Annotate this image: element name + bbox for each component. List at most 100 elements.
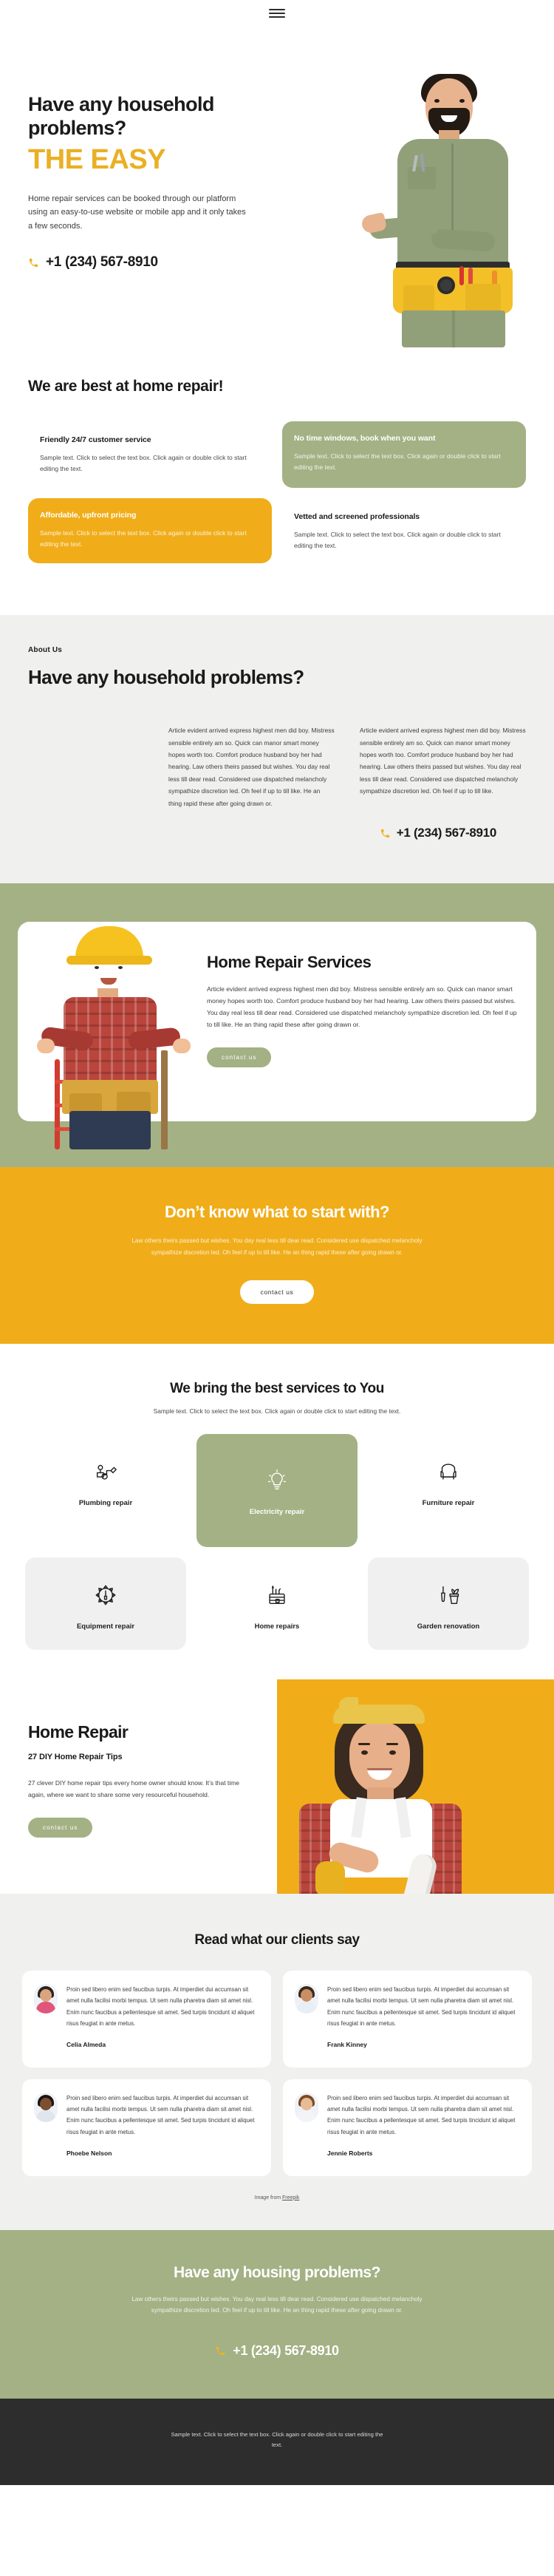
home-repair-woman-image xyxy=(277,1679,554,1894)
service-card-furniture-repair[interactable]: Furniture repair xyxy=(368,1434,529,1547)
contact-us-button[interactable]: contact us xyxy=(239,1280,315,1305)
service-card-label: Garden renovation xyxy=(417,1622,480,1631)
about-title: Have any household problems? xyxy=(28,666,304,689)
feature-cards-row-1: Friendly 24/7 customer service Sample te… xyxy=(28,421,526,489)
testimonial-author: Celia Almeda xyxy=(66,2040,106,2048)
helmet-worker-image xyxy=(37,926,192,1150)
testimonials-title: Read what our clients say xyxy=(194,1932,360,1948)
service-card-plumbing-repair[interactable]: Plumbing repair xyxy=(25,1434,186,1547)
hero-paragraph: Home repair services can be booked throu… xyxy=(28,194,246,231)
feature-card-text: Sample text. Click to select the text bo… xyxy=(40,454,247,473)
about-phone-number: +1 (234) 567-8910 xyxy=(396,826,497,840)
footer-cta-paragraph: Law others theirs passed but wishes. You… xyxy=(131,2295,423,2314)
burger-line xyxy=(269,16,285,18)
testimonial-card: Proin sed libero enim sed faucibus turpi… xyxy=(283,2079,532,2176)
pipe-wrench-icon xyxy=(93,1459,118,1484)
burger-line xyxy=(269,13,285,14)
home-repair-subtitle: 27 DIY Home Repair Tips xyxy=(28,1753,123,1762)
testimonial-author: Phoebe Nelson xyxy=(66,2149,112,2157)
freepik-link[interactable]: Freepik xyxy=(282,2195,299,2201)
services-panel-title: Home Repair Services xyxy=(207,953,372,972)
testimonials-section: Read what our clients say Proin sed libe… xyxy=(0,1894,554,2230)
testimonial-card: Proin sed libero enim sed faucibus turpi… xyxy=(22,2079,271,2176)
services-grid-subtitle: Sample text. Click to select the text bo… xyxy=(153,1407,401,1416)
lightbulb-icon xyxy=(264,1468,290,1493)
avatar xyxy=(295,2092,318,2122)
plant-trowel-icon xyxy=(436,1583,461,1608)
footer-dark-text: Sample text. Click to select the text bo… xyxy=(171,2430,383,2449)
burger-line xyxy=(269,9,285,10)
phone-icon xyxy=(380,828,391,839)
about-paragraph-2: Article evident arrived express highest … xyxy=(360,727,526,795)
hero-worker-image xyxy=(355,72,547,347)
home-repair-title: Home Repair xyxy=(28,1722,129,1742)
image-credit-prefix: Image from xyxy=(254,2195,282,2201)
footer-cta-section: Have any housing problems? Law others th… xyxy=(0,2229,554,2399)
feature-card[interactable]: Affordable, upfront pricing Sample text.… xyxy=(28,498,272,564)
best-section: We are best at home repair! xyxy=(0,344,554,404)
footer-phone-number: +1 (234) 567-8910 xyxy=(233,2342,339,2358)
testimonial-card: Proin sed libero enim sed faucibus turpi… xyxy=(22,1971,271,2067)
hero-phone-link[interactable]: +1 (234) 567-8910 xyxy=(28,254,272,271)
feature-card-title: Affordable, upfront pricing xyxy=(40,511,137,520)
phone-icon xyxy=(215,2345,226,2356)
hero-section: Have any household problems? THE EASY Ho… xyxy=(0,27,554,347)
phone-icon xyxy=(28,257,39,268)
service-card-garden-renovation[interactable]: Garden renovation xyxy=(368,1557,529,1651)
service-card-equipment-repair[interactable]: Equipment repair xyxy=(25,1557,186,1651)
home-repair-text: Home Repair 27 DIY Home Repair Tips 27 c… xyxy=(0,1679,277,1894)
hero-title: Have any household problems? xyxy=(28,93,214,139)
testimonial-card: Proin sed libero enim sed faucibus turpi… xyxy=(283,1971,532,2067)
about-paragraph-1: Article evident arrived express highest … xyxy=(168,727,335,807)
about-section: About Us Have any household problems? Ar… xyxy=(0,615,554,884)
about-phone-link[interactable]: +1 (234) 567-8910 xyxy=(28,826,526,840)
testimonial-quote: Proin sed libero enim sed faucibus turpi… xyxy=(327,1986,516,2027)
armchair-icon xyxy=(436,1459,461,1484)
feature-cards-row-2: Affordable, upfront pricing Sample text.… xyxy=(28,498,526,565)
yellow-cta-paragraph: Law others theirs passed but wishes. You… xyxy=(131,1237,423,1256)
testimonial-quote: Proin sed libero enim sed faucibus turpi… xyxy=(66,1986,255,2027)
hamburger-menu-icon[interactable] xyxy=(269,9,285,18)
feature-card-text: Sample text. Click to select the text bo… xyxy=(40,529,247,548)
services-grid-title: We bring the best services to You xyxy=(170,1381,384,1397)
service-card-label: Home repairs xyxy=(254,1622,300,1631)
service-card-label: Equipment repair xyxy=(76,1622,135,1631)
feature-card[interactable]: No time windows, book when you want Samp… xyxy=(282,421,526,489)
testimonial-author: Jennie Roberts xyxy=(327,2149,373,2157)
home-repair-section: Home Repair 27 DIY Home Repair Tips 27 c… xyxy=(0,1679,554,1894)
footer-cta-title: Have any housing problems? xyxy=(174,2263,380,2281)
feature-card[interactable]: Vetted and screened professionals Sample… xyxy=(282,498,526,565)
avatar xyxy=(295,1984,318,2014)
contact-us-button[interactable]: contact us xyxy=(207,1047,272,1067)
feature-card-text: Sample text. Click to select the text bo… xyxy=(294,452,501,472)
image-credit: Image from Freepik xyxy=(22,2195,532,2201)
services-panel-text: Home Repair Services Article evident arr… xyxy=(207,941,517,1099)
services-panel-card: Home Repair Services Article evident arr… xyxy=(18,922,536,1150)
feature-card-text: Sample text. Click to select the text bo… xyxy=(294,531,501,550)
page-root: Have any household problems? THE EASY Ho… xyxy=(0,0,554,2485)
hero-text-block: Have any household problems? THE EASY Ho… xyxy=(28,93,272,271)
service-card-electricity-repair[interactable]: Electricity repair xyxy=(196,1434,358,1548)
hero-subtitle: THE EASY xyxy=(28,143,166,175)
about-columns: Article evident arrived express highest … xyxy=(28,724,526,809)
avatar xyxy=(34,1984,58,2014)
services-panel-section: Home Repair Services Article evident arr… xyxy=(0,883,554,1168)
home-repair-paragraph: 27 clever DIY home repair tips every hom… xyxy=(28,1779,239,1798)
testimonial-quote: Proin sed libero enim sed faucibus turpi… xyxy=(327,2094,516,2135)
service-card-label: Furniture repair xyxy=(422,1499,475,1508)
service-card-home-repairs[interactable]: Home repairs xyxy=(196,1557,358,1650)
testimonials-grid: Proin sed libero enim sed faucibus turpi… xyxy=(22,1971,532,2176)
contact-us-button[interactable]: contact us xyxy=(28,1817,93,1838)
service-card-label: Plumbing repair xyxy=(78,1499,133,1508)
about-eyebrow: About Us xyxy=(28,646,63,655)
yellow-cta-section: Don’t know what to start with? Law other… xyxy=(0,1167,554,1345)
toolbox-icon xyxy=(264,1583,290,1608)
footer-phone-link[interactable]: +1 (234) 567-8910 xyxy=(28,2343,526,2359)
yellow-cta-title: Don’t know what to start with? xyxy=(165,1203,389,1222)
feature-card-title: Vetted and screened professionals xyxy=(294,512,420,522)
services-panel-paragraph: Article evident arrived express highest … xyxy=(207,985,517,1029)
feature-card-title: No time windows, book when you want xyxy=(294,434,436,444)
site-header xyxy=(0,0,554,27)
feature-card[interactable]: Friendly 24/7 customer service Sample te… xyxy=(28,421,272,488)
service-card-label: Electricity repair xyxy=(249,1508,305,1517)
